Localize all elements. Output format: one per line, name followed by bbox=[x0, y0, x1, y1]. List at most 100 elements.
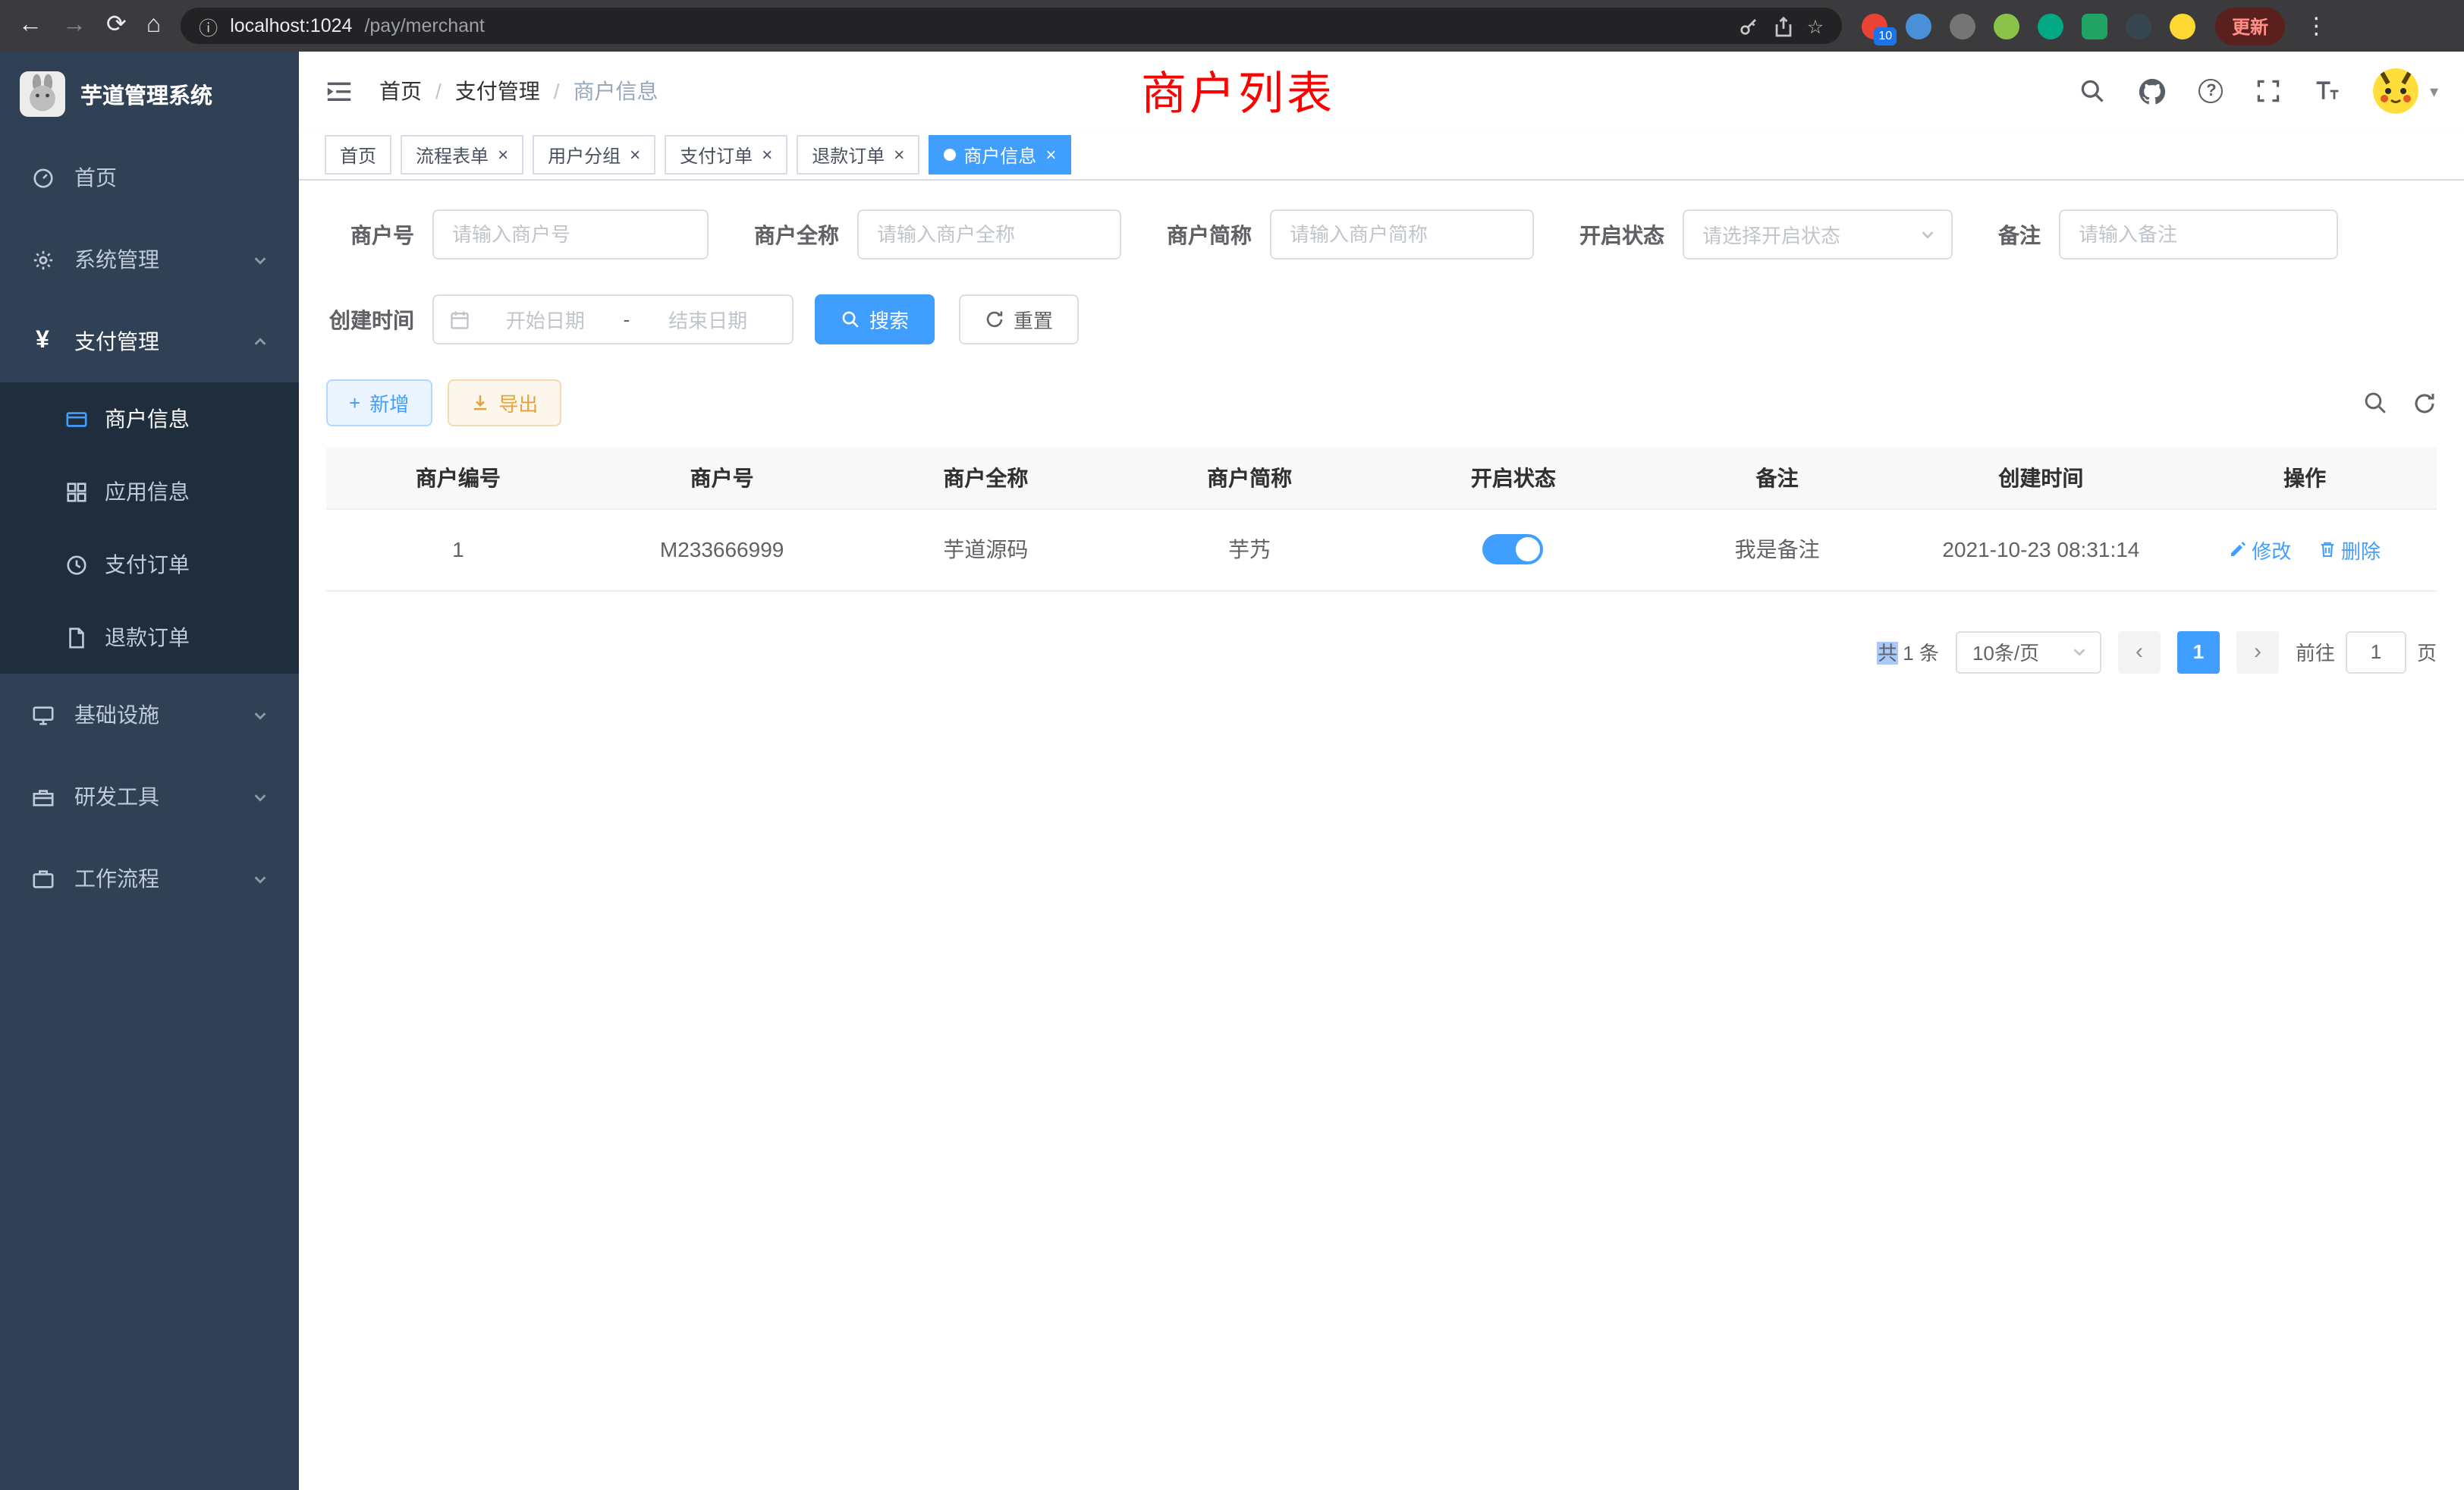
reset-button[interactable]: 重置 bbox=[959, 294, 1079, 344]
create-time-range-picker[interactable]: 开始日期 - 结束日期 bbox=[432, 294, 794, 344]
goto-page-input[interactable] bbox=[2346, 630, 2406, 673]
help-icon[interactable]: ? bbox=[2199, 79, 2224, 103]
briefcase-icon bbox=[30, 867, 55, 890]
hamburger-icon[interactable] bbox=[325, 77, 354, 105]
status-label: 开启状态 bbox=[1579, 219, 1664, 250]
bookmark-star-icon[interactable]: ☆ bbox=[1807, 14, 1824, 37]
export-button[interactable]: 导出 bbox=[447, 379, 561, 426]
search-button[interactable]: 搜索 bbox=[815, 294, 935, 344]
extension-icon[interactable] bbox=[1906, 13, 1931, 39]
tab-process-form[interactable]: 流程表单 × bbox=[401, 135, 523, 174]
info-icon[interactable]: ⓘ bbox=[199, 11, 218, 40]
toggle-search-icon[interactable] bbox=[2362, 390, 2388, 416]
pencil-icon bbox=[2229, 540, 2247, 558]
font-size-icon[interactable] bbox=[2315, 77, 2342, 105]
plus-icon: + bbox=[349, 391, 360, 414]
close-icon[interactable]: × bbox=[1045, 146, 1056, 164]
trash-icon bbox=[2318, 540, 2337, 558]
tab-refund-order[interactable]: 退款订单 × bbox=[797, 135, 919, 174]
breadcrumb-home[interactable]: 首页 bbox=[379, 76, 422, 106]
tab-payment-order[interactable]: 支付订单 × bbox=[665, 135, 787, 174]
sidebar: 芋道管理系统 首页 系统管理 ¥ 支付管理 bbox=[0, 52, 299, 1490]
next-page-button[interactable]: › bbox=[2236, 630, 2279, 673]
remark-input[interactable] bbox=[2059, 209, 2338, 259]
remark-field: 备注 bbox=[1998, 209, 2338, 259]
sidebar-item-workflow[interactable]: 工作流程 bbox=[0, 838, 299, 919]
sidebar-item-label: 首页 bbox=[74, 162, 117, 193]
search-form-row-2: 创建时间 开始日期 - 结束日期 搜索 bbox=[326, 294, 2437, 344]
sidebar-item-label: 研发工具 bbox=[74, 781, 159, 812]
add-button[interactable]: + 新增 bbox=[326, 379, 432, 426]
extension-icon[interactable] bbox=[1950, 13, 1975, 39]
full-name-input[interactable] bbox=[857, 209, 1121, 259]
sidebar-item-system[interactable]: 系统管理 bbox=[0, 218, 299, 300]
avatar bbox=[2374, 68, 2419, 114]
browser-reload-icon[interactable]: ⟳ bbox=[106, 14, 127, 38]
payment-submenu: 商户信息 应用信息 支付订单 bbox=[0, 382, 299, 674]
create-time-label: 创建时间 bbox=[326, 304, 414, 335]
sidebar-item-label: 支付管理 bbox=[74, 326, 159, 357]
column-header: 备注 bbox=[1645, 448, 1909, 508]
extension-icon[interactable] bbox=[2126, 13, 2151, 39]
sidebar-item-label: 退款订单 bbox=[105, 622, 190, 652]
sidebar-item-infrastructure[interactable]: 基础设施 bbox=[0, 674, 299, 756]
sidebar-item-home[interactable]: 首页 bbox=[0, 137, 299, 218]
key-icon[interactable] bbox=[1737, 14, 1760, 37]
address-bar[interactable]: ⓘ localhost:1024/pay/merchant ☆ bbox=[181, 8, 1842, 44]
sidebar-item-payment[interactable]: ¥ 支付管理 bbox=[0, 300, 299, 382]
tab-label: 流程表单 bbox=[416, 142, 489, 168]
sidebar-item-dev-tools[interactable]: 研发工具 bbox=[0, 756, 299, 838]
tab-label: 退款订单 bbox=[812, 142, 885, 168]
status-toggle[interactable] bbox=[1483, 534, 1544, 564]
browser-update-button[interactable]: 更新 bbox=[2215, 7, 2285, 45]
user-menu[interactable]: ▾ bbox=[2374, 68, 2438, 114]
extension-icon[interactable] bbox=[2170, 13, 2195, 39]
share-icon[interactable] bbox=[1772, 14, 1795, 37]
github-icon[interactable] bbox=[2139, 77, 2167, 105]
tab-home[interactable]: 首页 bbox=[325, 135, 391, 174]
extension-icon[interactable] bbox=[2038, 13, 2063, 39]
pagination-total-rest: 1 条 bbox=[1897, 642, 1939, 665]
toolbox-icon bbox=[30, 785, 55, 808]
sidebar-item-merchant-info[interactable]: 商户信息 bbox=[0, 382, 299, 455]
page-size-select[interactable]: 10条/页 bbox=[1956, 630, 2101, 673]
delete-link[interactable]: 删除 bbox=[2318, 535, 2381, 564]
goto-label: 前往 bbox=[2296, 637, 2335, 666]
search-icon[interactable] bbox=[2079, 77, 2107, 105]
edit-link[interactable]: 修改 bbox=[2229, 535, 2291, 564]
current-page[interactable]: 1 bbox=[2177, 630, 2220, 673]
status-select[interactable]: 请选择开启状态 bbox=[1683, 209, 1953, 259]
column-header: 开启状态 bbox=[1381, 448, 1645, 508]
close-icon[interactable]: × bbox=[630, 146, 640, 164]
page-size-value: 10条/页 bbox=[1972, 637, 2039, 666]
breadcrumb-payment[interactable]: 支付管理 bbox=[455, 76, 540, 106]
tab-merchant-info[interactable]: 商户信息 × bbox=[929, 135, 1071, 174]
extension-icon[interactable] bbox=[1994, 13, 2019, 39]
tab-user-group[interactable]: 用户分组 × bbox=[533, 135, 655, 174]
prev-page-button[interactable]: ‹ bbox=[2118, 630, 2161, 673]
short-name-input[interactable] bbox=[1270, 209, 1534, 259]
goto-unit-label: 页 bbox=[2417, 637, 2437, 666]
sidebar-item-app-info[interactable]: 应用信息 bbox=[0, 455, 299, 528]
browser-back-icon[interactable]: ← bbox=[18, 14, 42, 38]
extension-icon[interactable]: 10 bbox=[1862, 13, 1887, 39]
refresh-icon[interactable] bbox=[2412, 391, 2437, 415]
merchant-no-input[interactable] bbox=[432, 209, 709, 259]
close-icon[interactable]: × bbox=[762, 146, 772, 164]
column-header: 商户号 bbox=[590, 448, 854, 508]
sidebar-item-refund-order[interactable]: 退款订单 bbox=[0, 601, 299, 674]
browser-forward-icon[interactable]: → bbox=[62, 14, 86, 38]
delete-link-label: 删除 bbox=[2341, 535, 2381, 564]
grid-icon bbox=[64, 480, 88, 503]
tab-label: 支付订单 bbox=[680, 142, 753, 168]
browser-menu-icon[interactable]: ⋮ bbox=[2305, 12, 2327, 39]
breadcrumb: 首页 / 支付管理 / 商户信息 bbox=[379, 76, 658, 106]
browser-home-icon[interactable]: ⌂ bbox=[146, 14, 161, 38]
close-icon[interactable]: × bbox=[894, 146, 904, 164]
app-logo[interactable]: 芋道管理系统 bbox=[0, 52, 299, 137]
fullscreen-icon[interactable] bbox=[2255, 77, 2283, 105]
merchant-no-field: 商户号 bbox=[326, 209, 709, 259]
sidebar-item-payment-order[interactable]: 支付订单 bbox=[0, 528, 299, 601]
extension-icon[interactable] bbox=[2082, 13, 2107, 39]
close-icon[interactable]: × bbox=[498, 146, 508, 164]
